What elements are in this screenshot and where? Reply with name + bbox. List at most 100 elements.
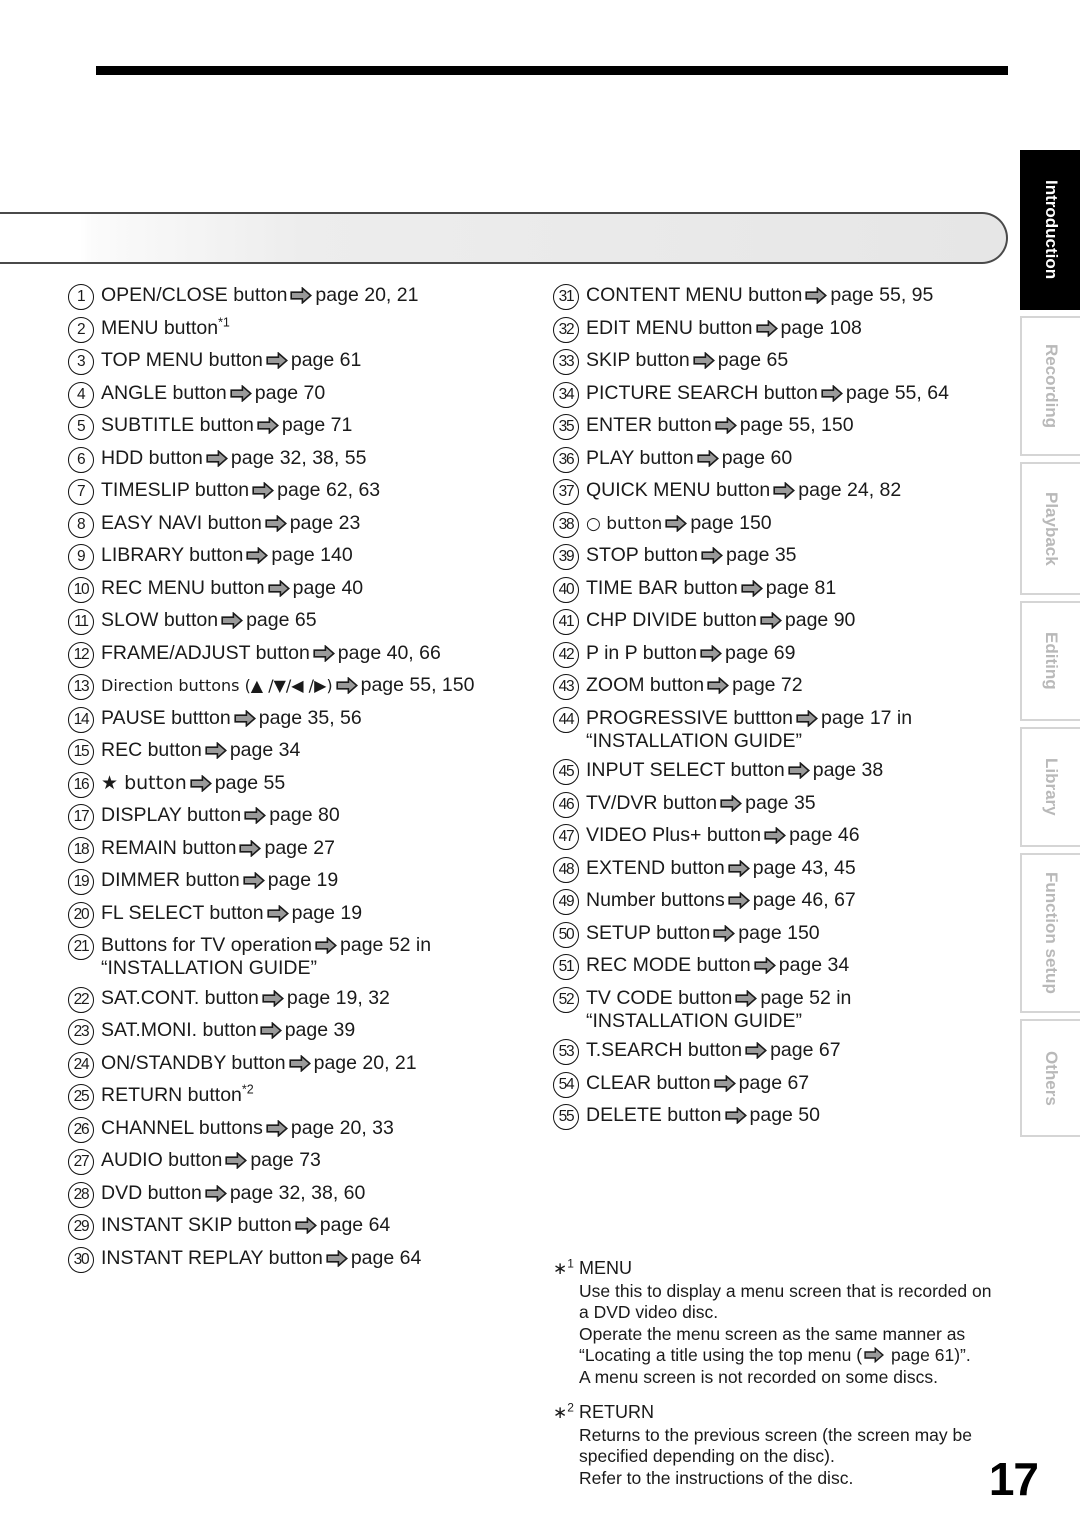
page-reference-arrow-icon [295, 1217, 317, 1234]
page-reference-arrow-icon [755, 319, 778, 337]
footnote-line: Returns to the previous screen (the scre… [579, 1424, 972, 1445]
list-item: 7 TIMESLIP button page 62, 63 [68, 478, 538, 505]
tab-function-setup[interactable]: Function setup [1020, 853, 1080, 1013]
item-number: 32 [553, 316, 579, 343]
button-label: RETURN button [101, 1084, 242, 1106]
list-item: 42 P in P button page 69 [553, 641, 1018, 668]
page-reference: page 52 in [340, 934, 432, 956]
page-reference-arrow-icon [326, 1249, 348, 1267]
button-label: ★ button [101, 771, 187, 794]
button-label: REC MODE button [586, 954, 751, 976]
item-number: 43 [553, 674, 579, 700]
button-label: CLEAR button [586, 1071, 711, 1094]
item-number: 3 [68, 349, 94, 375]
page-reference-arrow-icon [724, 1107, 747, 1124]
list-item: 15 REC button page 34 [68, 738, 538, 765]
item-number: 33 [553, 349, 579, 375]
tab-label: Library [1042, 758, 1061, 816]
page-reference: page 40, 66 [337, 641, 441, 664]
button-label: TOP MENU button [101, 349, 263, 371]
button-label: FRAME/ADJUST button [101, 641, 310, 664]
page-reference: page 90 [784, 609, 856, 631]
page-reference-arrow-icon [257, 417, 279, 434]
page-reference: page 23 [289, 511, 361, 534]
item-number: 47 [553, 824, 579, 850]
section-tabs: Introduction Recording Playback Editing Libr… [1020, 150, 1080, 1143]
button-label: EASY NAVI button [101, 511, 262, 534]
button-label: INSTANT REPLAY button [101, 1246, 323, 1269]
page-reference-arrow-icon [234, 709, 256, 727]
item-number: 38 [553, 511, 579, 538]
item-number: 23 [68, 1019, 94, 1045]
list-item: 45 INPUT SELECT button page 38 [553, 758, 1018, 785]
button-label: OPEN/CLOSE button [101, 284, 288, 306]
page-reference-arrow-icon [773, 482, 796, 499]
list-item: 4 ANGLE button page 70 [68, 381, 538, 408]
tab-library[interactable]: Library [1020, 727, 1080, 847]
page-reference-arrow-icon [697, 449, 719, 467]
page-reference: page 19, 32 [286, 986, 390, 1009]
button-label: EXTEND button [586, 856, 725, 879]
page-reference: page 20, 21 [313, 1051, 417, 1074]
page-reference: page 81 [765, 576, 837, 599]
page-reference-arrow-icon [260, 1022, 282, 1039]
page-reference-arrow-icon [239, 839, 262, 857]
item-number: 55 [553, 1104, 579, 1130]
item-number: 41 [553, 609, 579, 635]
page-reference-arrow-icon [707, 677, 730, 694]
button-label: SAT.MONI. button [101, 1019, 257, 1041]
page-reference-arrow-icon [265, 514, 287, 532]
item-number: 52 [553, 986, 579, 1013]
list-item: 36 PLAY button page 60 [553, 446, 1018, 473]
footnote-line: Refer to the instructions of the disc. [579, 1467, 854, 1488]
section-banner [0, 212, 1008, 264]
page-reference-arrow-icon [252, 482, 275, 499]
list-item: 47 VIDEO Plus+ button page 46 [553, 823, 1018, 850]
list-item: 35 ENTER button page 55, 150 [553, 413, 1018, 440]
list-item: 27 AUDIO button page 73 [68, 1148, 538, 1175]
button-label: TV/DVR button [586, 791, 718, 814]
list-item: 38 ○ button page 150 [553, 511, 1018, 538]
list-item: 33 SKIP button page 65 [553, 348, 1018, 375]
list-item: 18 REMAIN button page 27 [68, 836, 538, 863]
list-item: 20 FL SELECT button page 19 [68, 901, 538, 928]
footnote-heading: ∗1 MENU [553, 1257, 1013, 1280]
page-reference-arrow-icon [289, 1054, 311, 1072]
button-label: TV CODE button [586, 986, 733, 1009]
button-label: FL SELECT button [101, 901, 264, 924]
page-reference: page 72 [732, 674, 803, 696]
list-item: 46 TV/DVR button page 35 [553, 791, 1018, 818]
page-reference: page 55, 150 [739, 414, 854, 436]
tab-introduction[interactable]: Introduction [1020, 150, 1080, 310]
footnotes-section: ∗1 MENU Use this to display a menu screen … [553, 1257, 1013, 1503]
tab-others[interactable]: Others [1020, 1019, 1080, 1137]
button-label: DELETE button [586, 1104, 722, 1126]
list-item: 54 CLEAR button page 67 [553, 1071, 1018, 1098]
tab-label: Recording [1042, 343, 1061, 429]
page-reference: page 69 [724, 641, 796, 664]
page-reference: page 55 [214, 771, 286, 794]
item-number: 25 [68, 1084, 94, 1110]
page-number: 17 [988, 1453, 1039, 1505]
item-number: 22 [68, 986, 94, 1013]
item-number: 24 [68, 1051, 94, 1078]
page-reference-arrow-icon [246, 547, 269, 564]
list-item: 10 REC MENU button page 40 [68, 576, 538, 603]
button-label: P in P button [586, 641, 697, 664]
button-label: DVD button [101, 1181, 202, 1204]
tab-label: Playback [1042, 491, 1061, 566]
page-reference-arrow-icon [266, 352, 288, 369]
item-number: 37 [553, 479, 579, 505]
list-item: 21 Buttons for TV operation page 52 in “INS… [68, 933, 538, 980]
page-reference: page 35, 56 [258, 706, 362, 729]
item-number: 11 [68, 609, 94, 635]
page-reference-arrow-icon [290, 287, 313, 304]
tab-playback[interactable]: Playback [1020, 462, 1080, 595]
page-reference-arrow-icon [821, 384, 843, 402]
tab-editing[interactable]: Editing [1020, 601, 1080, 721]
list-item: 5 SUBTITLE button page 71 [68, 413, 538, 440]
item-number: 42 [553, 641, 579, 668]
button-label: ON/STANDBY button [101, 1051, 286, 1074]
tab-recording[interactable]: Recording [1020, 316, 1080, 456]
header-rule [96, 66, 1008, 75]
